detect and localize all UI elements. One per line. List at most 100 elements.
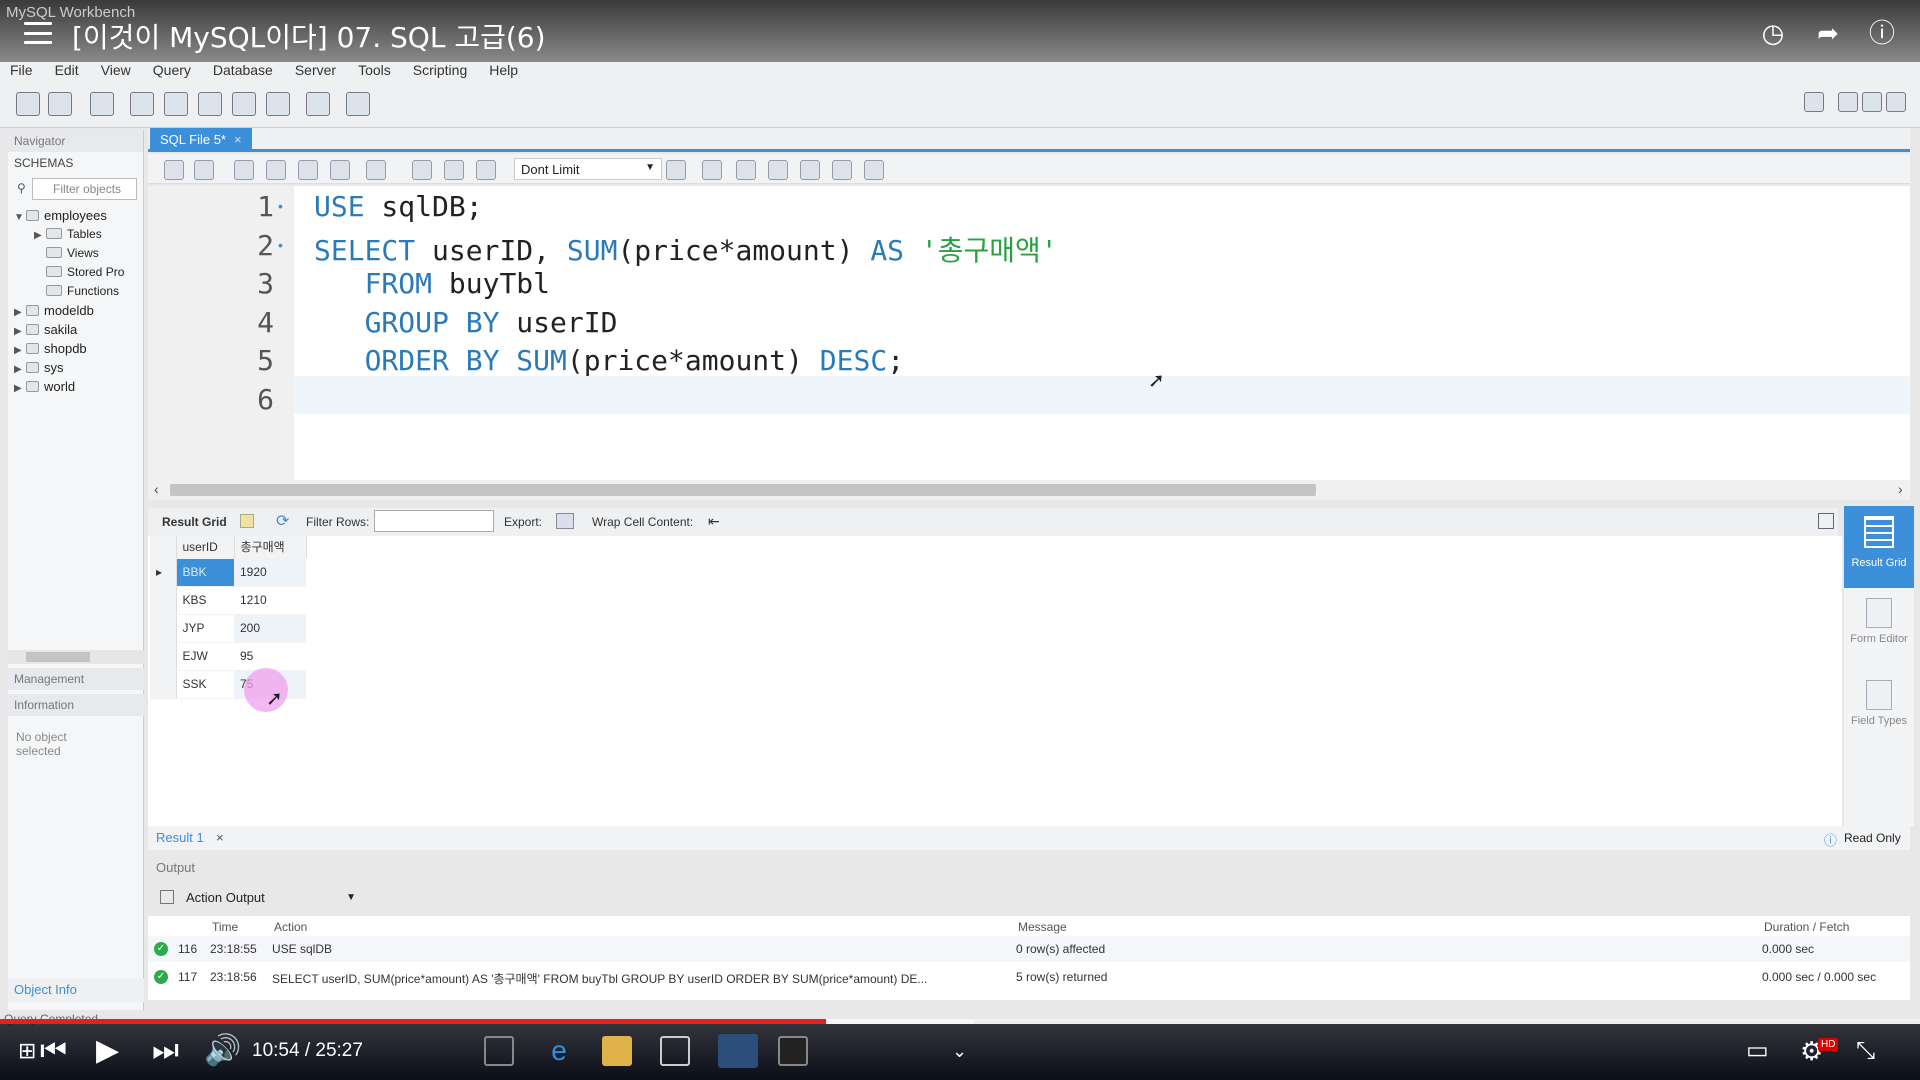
play-icon[interactable]: ▶: [96, 1034, 119, 1068]
chevron-right-icon[interactable]: ▶: [14, 379, 26, 398]
menu-item-help[interactable]: Help: [489, 62, 518, 80]
editor-toolbar-button-icon[interactable]: [702, 160, 722, 180]
filter-objects-input[interactable]: ⚲ Filter objects: [17, 178, 137, 200]
editor-toolbar-button-icon[interactable]: [194, 160, 214, 180]
editor-toolbar-button-icon[interactable]: [412, 160, 432, 180]
schema-child-tables[interactable]: ▶ Tables: [14, 225, 143, 244]
toolbar-button-icon[interactable]: [90, 92, 114, 116]
menu-item-file[interactable]: File: [10, 62, 33, 80]
cell-userid[interactable]: BBK: [176, 558, 234, 587]
cell-userid[interactable]: KBS: [176, 586, 234, 615]
output-toggle-icon[interactable]: [1862, 92, 1882, 112]
row-header[interactable]: [150, 670, 177, 699]
cell-userid[interactable]: EJW: [176, 642, 234, 671]
cell-userid[interactable]: SSK: [176, 670, 234, 699]
copy-icon[interactable]: [160, 890, 174, 904]
toolbar-button-icon[interactable]: [48, 92, 72, 116]
column-header-userid[interactable]: userID: [176, 536, 235, 559]
close-icon[interactable]: ×: [216, 830, 224, 845]
editor-toolbar-button-icon[interactable]: [768, 160, 788, 180]
editor-toolbar-button-icon[interactable]: [736, 160, 756, 180]
captions-icon[interactable]: ▭: [1746, 1034, 1769, 1068]
previous-icon[interactable]: ⏮: [40, 1034, 67, 1068]
scroll-left-icon[interactable]: ‹: [154, 481, 159, 497]
row-header[interactable]: ▸: [150, 558, 177, 587]
schema-employees[interactable]: ▼ employees: [14, 206, 143, 225]
schema-child-stored-pro[interactable]: Stored Pro: [14, 263, 143, 282]
action-output-select[interactable]: Action Output ▼: [156, 888, 356, 910]
result-grid[interactable]: userID 총구매액 ▸ BBK 1920 KBS 1210 JYP 200 EJW 95 SS…: [148, 536, 1842, 826]
menu-item-edit[interactable]: Edit: [55, 62, 79, 80]
editor-toolbar-button-icon[interactable]: [164, 160, 184, 180]
toolbar-button-icon[interactable]: [232, 92, 256, 116]
cell-total[interactable]: 95: [234, 642, 306, 671]
chevron-right-icon[interactable]: ▶: [34, 226, 46, 245]
cell-total[interactable]: 1210: [234, 586, 306, 615]
editor-toolbar-button-icon[interactable]: [666, 160, 686, 180]
toolbar-button-icon[interactable]: [346, 92, 370, 116]
info-icon[interactable]: ⓘ: [1866, 17, 1898, 49]
tab-result-1[interactable]: Result 1: [156, 830, 204, 845]
code-line[interactable]: SELECT userID, SUM(price*amount) AS '총구매…: [314, 229, 1058, 269]
watch-later-icon[interactable]: ◷: [1757, 17, 1789, 49]
workbench-task-icon[interactable]: [718, 1034, 758, 1068]
menu-item-tools[interactable]: Tools: [358, 62, 391, 80]
code-line[interactable]: FROM buyTbl: [314, 267, 550, 300]
schema-sys[interactable]: ▶ sys: [14, 358, 143, 377]
row-header[interactable]: [150, 642, 177, 671]
menu-item-server[interactable]: Server: [295, 62, 336, 80]
row-header[interactable]: [150, 614, 177, 643]
editor-toolbar-button-icon[interactable]: [298, 160, 318, 180]
schema-modeldb[interactable]: ▶ modeldb: [14, 301, 143, 320]
close-icon[interactable]: ×: [234, 132, 242, 147]
edge-icon[interactable]: e: [544, 1036, 574, 1066]
toggle-panel-icon[interactable]: [1818, 513, 1834, 529]
schema-shopdb[interactable]: ▶ shopdb: [14, 339, 143, 358]
row-header[interactable]: [150, 586, 177, 615]
wrap-icon[interactable]: ⇤: [708, 513, 720, 530]
editor-toolbar-button-icon[interactable]: [476, 160, 496, 180]
form-editor-button[interactable]: Form Editor: [1844, 598, 1914, 645]
editor-toolbar-button-icon[interactable]: [832, 160, 852, 180]
table-row[interactable]: JYP 200: [150, 614, 306, 643]
toolbar-button-icon[interactable]: [164, 92, 188, 116]
menu-item-view[interactable]: View: [101, 62, 131, 80]
editor-toolbar-button-icon[interactable]: [266, 160, 286, 180]
object-info-tab[interactable]: Object Info: [8, 978, 144, 1002]
field-types-button[interactable]: Field Types: [1844, 680, 1914, 727]
editor-toolbar-button-icon[interactable]: [366, 160, 386, 180]
toolbar-button-icon[interactable]: [306, 92, 330, 116]
navigator-scrollbar[interactable]: [8, 650, 144, 664]
scrollbar-thumb[interactable]: [170, 484, 1316, 496]
toolbar-button-icon[interactable]: [266, 92, 290, 116]
editor-toolbar-button-icon[interactable]: [234, 160, 254, 180]
volume-icon[interactable]: 🔊: [204, 1034, 241, 1068]
schema-sakila[interactable]: ▶ sakila: [14, 320, 143, 339]
toolbar-button-icon[interactable]: [198, 92, 222, 116]
menu-icon[interactable]: [24, 22, 52, 44]
video-title[interactable]: [이것이 MySQL이다] 07. SQL 고급(6): [72, 16, 546, 56]
scroll-right-icon[interactable]: ›: [1898, 481, 1903, 497]
code-line[interactable]: GROUP BY userID: [314, 306, 618, 339]
task-view-icon[interactable]: [484, 1036, 514, 1066]
cell-total[interactable]: 200: [234, 614, 306, 643]
menu-item-query[interactable]: Query: [153, 62, 191, 80]
refresh-icon[interactable]: ⟳: [276, 511, 289, 531]
editor-toolbar-button-icon[interactable]: [864, 160, 884, 180]
output-row[interactable]: ✓ 116 23:18:55 USE sqlDB 0 row(s) affected 0.…: [148, 936, 1910, 962]
terminal-icon[interactable]: [778, 1036, 808, 1066]
store-icon[interactable]: [660, 1036, 690, 1066]
export-icon[interactable]: [556, 513, 574, 529]
cell-userid[interactable]: JYP: [176, 614, 234, 643]
schema-child-views[interactable]: Views: [14, 244, 143, 263]
next-icon[interactable]: ⏭: [152, 1034, 179, 1068]
exit-fullscreen-icon[interactable]: ⤡: [1856, 1034, 1875, 1068]
editor-toolbar-button-icon[interactable]: [444, 160, 464, 180]
menu-item-scripting[interactable]: Scripting: [413, 62, 467, 80]
code-line[interactable]: USE sqlDB;: [314, 190, 483, 223]
column-header-total[interactable]: 총구매액: [234, 536, 307, 559]
settings-icon[interactable]: [1804, 92, 1824, 112]
code-line[interactable]: ORDER BY SUM(price*amount) DESC;: [314, 344, 904, 377]
toolbar-button-icon[interactable]: [16, 92, 40, 116]
table-row[interactable]: ▸ BBK 1920: [150, 558, 306, 587]
